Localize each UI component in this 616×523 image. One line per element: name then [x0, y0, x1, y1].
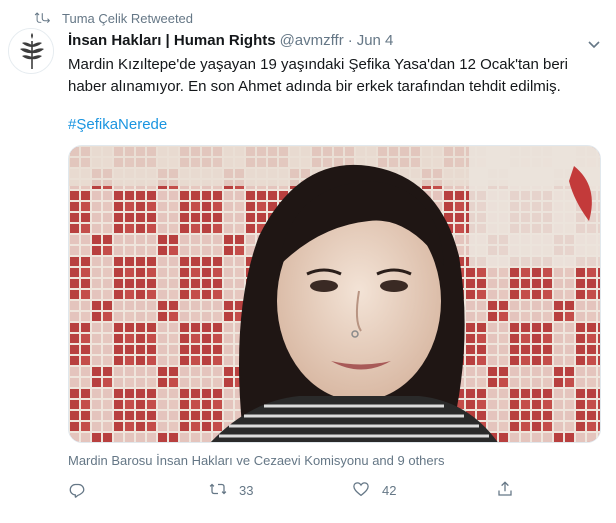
- tweet-text-line: haber alınamıyor. En son Ahmet adında bi…: [68, 78, 561, 95]
- action-bar: 33 42: [68, 480, 528, 502]
- retweeter-link[interactable]: Tuma Çelik Retweeted: [62, 11, 193, 26]
- retweet-context: Tuma Çelik Retweeted: [34, 10, 193, 26]
- retweet-icon: [209, 480, 227, 501]
- author-handle[interactable]: @avmzffr: [280, 32, 344, 49]
- retweet-count: 33: [239, 483, 254, 498]
- tweet-text: Mardin Kızıltepe'de yaşayan 19 yaşındaki…: [68, 54, 608, 98]
- tweet-photo[interactable]: [68, 145, 601, 443]
- olive-branch-logo: [9, 29, 53, 73]
- chevron-down-icon[interactable]: [586, 36, 602, 52]
- share-icon: [496, 480, 514, 501]
- tweet-header: İnsan Hakları | Human Rights @avmzffr · …: [68, 32, 393, 49]
- heart-icon: [352, 480, 370, 501]
- separator-dot: ·: [347, 32, 353, 49]
- tagged-users-link[interactable]: Mardin Barosu İnsan Hakları ve Cezaevi K…: [68, 453, 444, 468]
- hashtag-link[interactable]: #ŞefikaNerede: [68, 116, 167, 133]
- like-count: 42: [382, 483, 397, 498]
- share-button[interactable]: [496, 480, 526, 501]
- tweet-date[interactable]: Jun 4: [357, 32, 394, 49]
- reply-icon: [68, 480, 86, 501]
- retweet-button[interactable]: 33: [209, 480, 253, 501]
- author-name[interactable]: İnsan Hakları | Human Rights: [68, 32, 276, 49]
- portrait-photo: [69, 146, 600, 442]
- reply-button[interactable]: [68, 480, 98, 501]
- retweet-icon: [34, 10, 50, 26]
- tweet-text-line: Mardin Kızıltepe'de yaşayan 19 yaşındaki…: [68, 56, 569, 73]
- tweet-card[interactable]: Tuma Çelik Retweeted İnsan Hakları | Hum…: [0, 0, 616, 523]
- like-button[interactable]: 42: [352, 480, 396, 501]
- avatar[interactable]: [8, 28, 54, 74]
